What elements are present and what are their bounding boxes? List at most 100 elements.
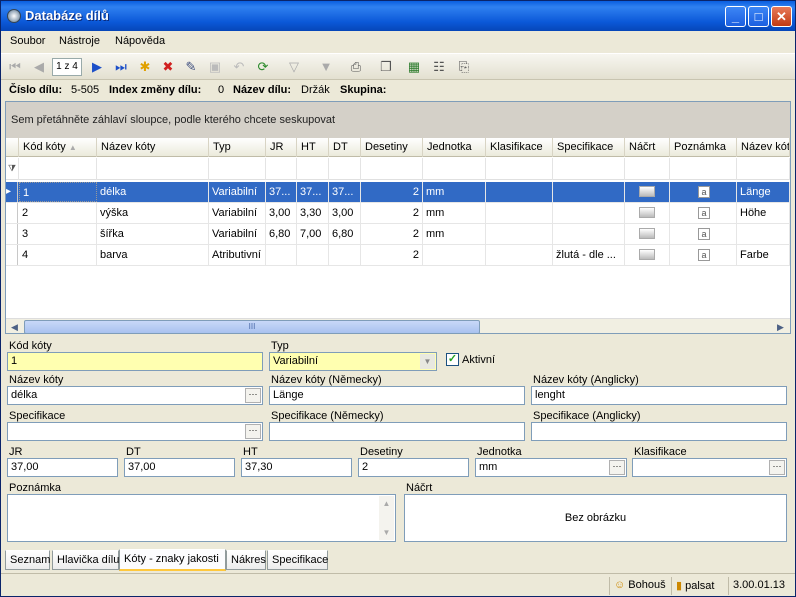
- minimize-button[interactable]: _: [725, 6, 746, 27]
- row-selector[interactable]: [6, 203, 18, 223]
- cell-typ[interactable]: Variabilní: [209, 182, 266, 202]
- table-row[interactable]: 2 výška Variabilní 3,00 3,30 3,00 2 mm a Höhe: [6, 203, 790, 224]
- cell-nazev_de[interactable]: [737, 224, 790, 244]
- cell-nacrt[interactable]: [625, 182, 670, 202]
- spec-field[interactable]: ···: [7, 422, 263, 441]
- col-nazev-de[interactable]: Název kóty: [737, 138, 790, 157]
- filter-cell[interactable]: [266, 158, 297, 180]
- filter-cell[interactable]: [670, 158, 737, 180]
- horizontal-scrollbar[interactable]: ◀ III ▶: [6, 318, 790, 333]
- delete-record-icon[interactable]: ✖: [158, 58, 178, 76]
- cell-ht[interactable]: [297, 245, 329, 265]
- filter-cell[interactable]: [97, 158, 209, 180]
- tab-specifikace[interactable]: Specifikace: [267, 550, 328, 570]
- cell-nazev_de[interactable]: Farbe: [737, 245, 790, 265]
- refresh-icon[interactable]: ⟳: [253, 58, 273, 76]
- next-record-icon[interactable]: ▶: [87, 58, 107, 76]
- new-record-icon[interactable]: ✱: [135, 58, 155, 76]
- tab-hlavicka[interactable]: Hlavička dílu: [52, 550, 119, 570]
- cell-jr[interactable]: 6,80: [266, 224, 297, 244]
- cell-jed[interactable]: [423, 245, 486, 265]
- klasifikace-field[interactable]: ···: [632, 458, 787, 477]
- attachment-icon[interactable]: ⎘: [454, 58, 474, 76]
- cell-dt[interactable]: 3,00: [329, 203, 361, 223]
- export-excel-icon[interactable]: ▦: [404, 58, 424, 76]
- jr-field[interactable]: 37,00: [7, 458, 118, 477]
- cell-jr[interactable]: 3,00: [266, 203, 297, 223]
- cell-dt[interactable]: 6,80: [329, 224, 361, 244]
- cell-jed[interactable]: mm: [423, 182, 486, 202]
- cell-kod[interactable]: 2: [19, 203, 97, 223]
- menu-nastroje[interactable]: Nástroje: [59, 35, 100, 47]
- table-row[interactable]: 4 barva Atributivní 2 žlutá - dle ... a Farbe: [6, 245, 790, 266]
- jednotka-field[interactable]: mm ···: [475, 458, 627, 477]
- copy-icon[interactable]: ❐: [376, 58, 396, 76]
- title-bar[interactable]: Databáze dílů _ □ ✕: [1, 1, 795, 31]
- cell-jed[interactable]: mm: [423, 203, 486, 223]
- cell-nazev[interactable]: výška: [97, 203, 209, 223]
- cell-kla[interactable]: [486, 203, 553, 223]
- save-icon[interactable]: ▣: [205, 58, 225, 76]
- cell-ht[interactable]: 7,00: [297, 224, 329, 244]
- col-kod[interactable]: Kód kóty ▲: [19, 138, 97, 157]
- cell-dt[interactable]: 37...: [329, 182, 361, 202]
- cell-ht[interactable]: 3,30: [297, 203, 329, 223]
- spec-en-field[interactable]: [531, 422, 787, 441]
- scroll-thumb[interactable]: III: [24, 320, 480, 333]
- col-klasifikace[interactable]: Klasifikace: [486, 138, 553, 157]
- scroll-left-icon[interactable]: ◀: [7, 320, 22, 333]
- cell-kla[interactable]: [486, 245, 553, 265]
- scroll-up-icon[interactable]: ▲: [379, 496, 394, 511]
- cell-nazev[interactable]: šířka: [97, 224, 209, 244]
- kod-field[interactable]: 1: [7, 352, 263, 371]
- filter-clear-icon[interactable]: ▼: [316, 58, 336, 76]
- col-desetiny[interactable]: Desetiny: [361, 138, 423, 157]
- filter-row[interactable]: ⧩: [6, 158, 790, 180]
- cell-kod[interactable]: 1: [19, 182, 97, 202]
- filter-cell[interactable]: [625, 158, 670, 180]
- col-specifikace[interactable]: Specifikace: [553, 138, 625, 157]
- filter-cell[interactable]: [486, 158, 553, 180]
- cell-typ[interactable]: Atributivní: [209, 245, 266, 265]
- ht-field[interactable]: 37,30: [241, 458, 352, 477]
- cell-pozn[interactable]: a: [670, 203, 737, 223]
- col-poznamka[interactable]: Poznámka: [670, 138, 737, 157]
- print-icon[interactable]: ⎙: [346, 58, 366, 76]
- table-row[interactable]: 3 šířka Variabilní 6,80 7,00 6,80 2 mm a: [6, 224, 790, 245]
- cell-spec[interactable]: [553, 203, 625, 223]
- col-typ[interactable]: Typ: [209, 138, 266, 157]
- filter-cell[interactable]: [553, 158, 625, 180]
- scroll-down-icon[interactable]: ▼: [379, 525, 394, 540]
- cell-des[interactable]: 2: [361, 182, 423, 202]
- cell-ht[interactable]: 37...: [297, 182, 329, 202]
- filter-cell[interactable]: [423, 158, 486, 180]
- cell-des[interactable]: 2: [361, 245, 423, 265]
- cell-spec[interactable]: [553, 224, 625, 244]
- col-jednotka[interactable]: Jednotka: [423, 138, 486, 157]
- tab-seznam[interactable]: Seznam: [5, 550, 50, 570]
- memo-scrollbar[interactable]: ▲ ▼: [379, 496, 394, 540]
- spec-de-field[interactable]: [269, 422, 525, 441]
- cell-jr[interactable]: [266, 245, 297, 265]
- cell-nazev[interactable]: barva: [97, 245, 209, 265]
- cell-dt[interactable]: [329, 245, 361, 265]
- desetiny-field[interactable]: 2: [358, 458, 469, 477]
- filter-cell[interactable]: [19, 158, 97, 180]
- cell-des[interactable]: 2: [361, 203, 423, 223]
- chevron-down-icon[interactable]: ▼: [420, 354, 435, 369]
- group-by-panel[interactable]: Sem přetáhněte záhlaví sloupce, podle kt…: [6, 102, 790, 138]
- nazev-field[interactable]: délka ···: [7, 386, 263, 405]
- cell-nazev[interactable]: délka: [97, 182, 209, 202]
- filter-icon[interactable]: ▽: [284, 58, 304, 76]
- undo-icon[interactable]: ↶: [229, 58, 249, 76]
- cell-kod[interactable]: 3: [19, 224, 97, 244]
- ellipsis-button[interactable]: ···: [245, 388, 261, 403]
- cell-spec[interactable]: [553, 182, 625, 202]
- col-jr[interactable]: JR: [266, 138, 297, 157]
- row-selector[interactable]: [6, 224, 18, 244]
- menu-napoveda[interactable]: Nápověda: [115, 35, 165, 47]
- cell-pozn[interactable]: a: [670, 245, 737, 265]
- col-nazev[interactable]: Název kóty: [97, 138, 209, 157]
- filter-cell[interactable]: [737, 158, 790, 180]
- tab-nakres[interactable]: Nákres: [226, 550, 266, 570]
